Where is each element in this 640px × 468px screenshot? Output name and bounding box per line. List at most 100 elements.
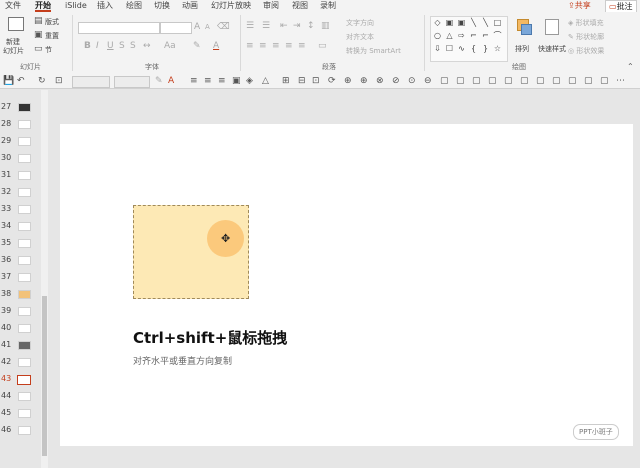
connector-shape-icon[interactable]: ⌐ [481,32,490,40]
qat-subtract-icon[interactable]: ⊖ [424,76,432,86]
qat-font-combo[interactable] [72,76,110,88]
qat-fill-icon[interactable]: ◈ [246,76,253,86]
numbering-icon[interactable]: ☰ [262,21,270,31]
italic-button[interactable]: I [96,41,99,51]
thumbnail-item[interactable]: 30 [0,151,40,168]
oval-shape-icon[interactable]: ○ [433,32,442,40]
menu-record[interactable]: 录制 [320,0,336,12]
bullets-icon[interactable]: ☰ [246,21,254,31]
thumbnail-item[interactable]: 34 [0,219,40,236]
thumbnail-item[interactable]: 42 [0,355,40,372]
qat-align-right-icon[interactable]: ≡ [218,76,226,86]
star-shape-icon[interactable]: ☆ [493,45,502,53]
qat-shape-icon[interactable]: ▢ [456,76,465,86]
text-direction-button[interactable]: 文字方向 [346,18,374,28]
qat-color-icon[interactable]: ✎ [155,76,163,86]
convert-smartart-button[interactable]: 转换为 SmartArt [346,46,401,56]
quick-styles-button[interactable]: 快速样式 [538,17,566,57]
align-text-button[interactable]: 对齐文本 [346,32,374,42]
qat-group-icon[interactable]: ⊡ [312,76,320,86]
thumbnail-item[interactable]: 33 [0,202,40,219]
qat-shape-icon[interactable]: ▢ [504,76,513,86]
arrow-shape-icon[interactable]: ⇨ [457,32,466,40]
shapes-gallery[interactable]: ◇ ▣ ▣ ╲ ╲ □ ○ △ ⇨ ⌐ ⌐ ⌒ ⇩ ☐ ∿ { } ☆ [430,16,508,62]
qat-align-left-icon[interactable]: ≡ [190,76,198,86]
thumbnail-item[interactable]: 36 [0,253,40,270]
menu-home[interactable]: 开始 [35,0,51,12]
thumbnail-item[interactable]: 31 [0,168,40,185]
menu-transitions[interactable]: 切换 [154,0,170,12]
new-slide-button[interactable]: 新建 幻灯片 [3,15,27,59]
qat-rotate-icon[interactable]: ⟳ [328,76,336,86]
line-shape-icon[interactable]: ╲ [469,19,478,27]
justify-icon[interactable]: ≡ [285,41,293,51]
change-case-button[interactable]: Aa [164,41,176,51]
underline-button[interactable]: U [107,41,114,51]
qat-intersect-icon[interactable]: ⊙ [408,76,416,86]
menu-insert[interactable]: 插入 [97,0,113,12]
rectangle-shape-icon[interactable]: □ [493,19,502,27]
undo-icon[interactable]: ↶ [17,76,25,86]
brace-shape-icon[interactable]: { [469,45,478,53]
thumbnail-item-current[interactable]: 43 [0,372,40,389]
qat-align-center-icon[interactable]: ≡ [204,76,212,86]
textbox-shape-icon[interactable]: ▣ [445,19,454,27]
thumbnail-scrollbar-thumb[interactable] [42,296,47,456]
menu-view[interactable]: 视图 [292,0,308,12]
qat-bring-front-icon[interactable]: ▣ [232,76,241,86]
clear-format-icon[interactable]: ⌫ [217,22,230,32]
textbox-shape-icon[interactable]: ▣ [457,19,466,27]
strikethrough-button[interactable]: S [119,41,125,51]
qat-shape-icon[interactable]: ▢ [552,76,561,86]
thumbnail-item[interactable]: 41 [0,338,40,355]
menu-review[interactable]: 审阅 [263,0,279,12]
align-left-icon[interactable]: ≡ [246,41,254,51]
columns-icon[interactable]: ▥ [321,21,330,31]
save-icon[interactable]: 💾 [3,76,14,86]
qat-distribute-icon[interactable]: ⊟ [298,76,306,86]
qat-outline-icon[interactable]: △ [262,76,269,86]
thumbnail-item[interactable]: 37 [0,270,40,287]
connector-shape-icon[interactable]: ⌐ [469,32,478,40]
menu-islide[interactable]: iSlide [65,0,87,12]
arrow-down-shape-icon[interactable]: ⇩ [433,45,442,53]
qat-shape-icon[interactable]: ▢ [600,76,609,86]
qat-align-shapes-icon[interactable]: ⊞ [282,76,290,86]
thumbnail-item[interactable]: 45 [0,406,40,423]
redo-icon[interactable]: ↻ [38,76,46,86]
present-icon[interactable]: ⊡ [55,76,63,86]
qat-fragment-icon[interactable]: ⊘ [392,76,400,86]
indent-decrease-icon[interactable]: ⇤ [280,21,288,31]
qat-shape-icon[interactable]: ▢ [440,76,449,86]
qat-shape-icon[interactable]: ▢ [520,76,529,86]
thumbnail-item[interactable]: 39 [0,304,40,321]
char-spacing-icon[interactable]: ↔ [143,41,151,51]
menu-file[interactable]: 文件 [5,0,21,12]
font-shrink-icon[interactable]: A [205,22,210,32]
font-name-combo[interactable] [78,22,160,34]
thumbnail-item[interactable]: 38 [0,287,40,304]
qat-union-icon[interactable]: ⊕ [360,76,368,86]
line-shape-icon[interactable]: ╲ [481,19,490,27]
shape-fill-button[interactable]: ◈ 形状填充 [568,18,604,28]
shape-effects-button[interactable]: ◎ 形状效果 [568,46,604,56]
thumbnail-item[interactable]: 28 [0,117,40,134]
thumbnail-item[interactable]: 40 [0,321,40,338]
qat-merge-icon[interactable]: ⊕ [344,76,352,86]
align-center-icon[interactable]: ≡ [259,41,267,51]
shadow-icon[interactable]: S [130,41,136,51]
qat-size-combo[interactable] [114,76,150,88]
indent-increase-icon[interactable]: ⇥ [293,21,301,31]
qat-combine-icon[interactable]: ⊗ [376,76,384,86]
font-size-combo[interactable] [160,22,192,34]
thumbnail-item[interactable]: 29 [0,134,40,151]
curve-shape-icon[interactable]: ⌒ [493,32,502,40]
align-right-icon[interactable]: ≡ [272,41,280,51]
thumbnail-item[interactable]: 44 [0,389,40,406]
qat-shape-icon[interactable]: ▢ [488,76,497,86]
qat-font-color-icon[interactable]: A [168,76,174,86]
triangle-shape-icon[interactable]: △ [445,32,454,40]
menu-slideshow[interactable]: 幻灯片放映 [211,0,251,12]
shape-outline-button[interactable]: ✎ 形状轮廓 [568,32,604,42]
qat-shape-icon[interactable]: ▢ [584,76,593,86]
